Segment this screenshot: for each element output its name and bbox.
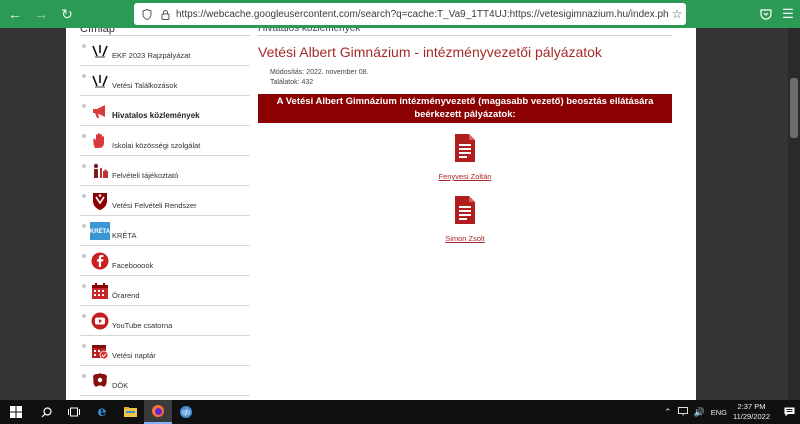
timetable-icon xyxy=(90,281,110,301)
sidebar-item[interactable]: Vetési naptár xyxy=(80,336,250,366)
sidebar-item[interactable]: Iskolai közösségi szolgálat xyxy=(80,126,250,156)
bullet-icon xyxy=(82,164,86,168)
hand-icon xyxy=(90,131,110,151)
menu-icon[interactable]: ☰ xyxy=(778,4,798,24)
sidebar-item[interactable]: Órarend xyxy=(80,276,250,306)
sidebar-item-label: EKF 2023 Rajzpályázat xyxy=(112,51,191,60)
bullet-icon xyxy=(82,134,86,138)
back-icon[interactable]: ← xyxy=(4,3,26,25)
sidebar-item-label: Vetési Találkozások xyxy=(112,81,178,90)
dok-logo-icon xyxy=(90,371,110,391)
search-icon[interactable] xyxy=(32,400,60,424)
system-tray: ⌃ 🔊 ENG 2:37 PM 11/29/2022 xyxy=(664,400,800,424)
ekf-logo-icon xyxy=(90,41,110,61)
document-entry: Fenyvesi Zoltán xyxy=(258,133,672,181)
sidebar-item-label: YouTube csatorna xyxy=(112,321,173,330)
sidebar-item-label: Facebooook xyxy=(112,261,154,270)
document-entry: Simon Zsolt xyxy=(258,195,672,243)
start-icon[interactable] xyxy=(0,400,32,424)
url-text: https://webcache.googleusercontent.com/s… xyxy=(176,8,668,20)
sidebar-menu: Címlap EKF 2023 Rajzpályázat Vetési Talál… xyxy=(80,28,250,396)
bullet-icon xyxy=(82,344,86,348)
qbittorrent-icon[interactable]: qb xyxy=(172,400,200,424)
sidebar-item-label: KRÉTA xyxy=(112,231,137,240)
firefox-icon[interactable] xyxy=(144,400,172,424)
lock-icon[interactable] xyxy=(158,7,172,21)
sidebar-item[interactable]: Vetési Felvételi Rendszer xyxy=(80,186,250,216)
document-link[interactable]: Fenyvesi Zoltán xyxy=(258,172,672,181)
pocket-icon[interactable] xyxy=(756,4,776,24)
sidebar-item[interactable]: Hivatalos közlemények xyxy=(80,96,250,126)
svg-text:KRÉTA: KRÉTA xyxy=(90,227,110,235)
shield-icon[interactable] xyxy=(140,7,154,21)
task-view-icon[interactable] xyxy=(60,400,88,424)
facebook-icon xyxy=(90,251,110,271)
sidebar-item-label: Órarend xyxy=(112,291,140,300)
youtube-icon xyxy=(90,311,110,331)
bullet-icon xyxy=(82,224,86,228)
sidebar-item-label: DÖK xyxy=(112,381,129,390)
school-crest-icon xyxy=(90,191,110,211)
main-content: Hivatalos közlemények Vetési Albert Gimn… xyxy=(258,28,672,243)
sidebar-item-label: Hivatalos közlemények xyxy=(112,111,200,120)
volume-icon[interactable]: 🔊 xyxy=(694,407,705,418)
announcement-banner: A Vetési Albert Gimnázium intézményvezet… xyxy=(258,94,672,123)
file-explorer-icon[interactable] xyxy=(116,400,144,424)
sidebar-item[interactable]: Facebooook xyxy=(80,246,250,276)
calendar-icon xyxy=(90,341,110,361)
bullet-icon xyxy=(82,44,86,48)
hit-count: Találatok: 432 xyxy=(270,79,314,86)
kreta-logo-icon: KRÉTA xyxy=(90,221,110,241)
document-icon[interactable] xyxy=(453,133,477,163)
sidebar-item[interactable]: Vetési Találkozások xyxy=(80,66,250,96)
address-bar[interactable]: https://webcache.googleusercontent.com/s… xyxy=(134,3,686,25)
language-indicator[interactable]: ENG xyxy=(711,408,727,417)
bullet-icon xyxy=(82,74,86,78)
svg-text:qb: qb xyxy=(182,410,190,417)
ekf-logo-icon xyxy=(90,71,110,91)
bookmark-star-icon[interactable]: ☆ xyxy=(668,7,686,21)
sidebar-item-label: Felvételi tájékoztató xyxy=(112,171,179,180)
scrollbar-thumb[interactable] xyxy=(790,78,798,138)
people-icon xyxy=(90,161,110,181)
sidebar-item-label: Iskolai közösségi szolgálat xyxy=(112,141,201,150)
sidebar-item[interactable]: KRÉTA KRÉTA xyxy=(80,216,250,246)
edge-icon[interactable]: e xyxy=(88,400,116,424)
bullet-icon xyxy=(82,194,86,198)
article-title[interactable]: Vetési Albert Gimnázium - intézményvezet… xyxy=(258,44,672,60)
bullet-icon xyxy=(82,284,86,288)
reload-icon[interactable]: ↻ xyxy=(56,3,78,25)
bullet-icon xyxy=(82,254,86,258)
document-icon[interactable] xyxy=(453,195,477,225)
sidebar-title[interactable]: Címlap xyxy=(80,28,250,36)
sidebar-item[interactable]: Felvételi tájékoztató xyxy=(80,156,250,186)
notification-icon[interactable] xyxy=(778,400,800,424)
bullet-icon xyxy=(82,314,86,318)
scrollbar[interactable] xyxy=(788,28,800,400)
article-meta: Módosítás: 2022. november 08. Találatok:… xyxy=(270,68,672,88)
web-page: Címlap EKF 2023 Rajzpályázat Vetési Talál… xyxy=(0,28,800,400)
bullet-icon xyxy=(82,374,86,378)
clock-date: 11/29/2022 xyxy=(733,412,770,421)
chevron-up-icon[interactable]: ⌃ xyxy=(664,407,672,418)
document-link[interactable]: Simon Zsolt xyxy=(258,234,672,243)
section-title: Hivatalos közlemények xyxy=(258,28,672,36)
clock[interactable]: 2:37 PM 11/29/2022 xyxy=(733,402,770,422)
sidebar-item[interactable]: DÖK xyxy=(80,366,250,396)
modified-date: Módosítás: 2022. november 08. xyxy=(270,69,369,76)
windows-taskbar: e qb ⌃ 🔊 ENG 2:37 PM 11/29/2022 xyxy=(0,400,800,424)
sidebar-item[interactable]: EKF 2023 Rajzpályázat xyxy=(80,36,250,66)
sidebar-item-label: Vetési Felvételi Rendszer xyxy=(112,201,197,210)
forward-icon[interactable]: → xyxy=(30,3,52,25)
megaphone-icon xyxy=(90,101,110,121)
sidebar-item[interactable]: YouTube csatorna xyxy=(80,306,250,336)
network-icon[interactable] xyxy=(677,406,688,418)
page-content: Címlap EKF 2023 Rajzpályázat Vetési Talál… xyxy=(66,28,696,400)
clock-time: 2:37 PM xyxy=(737,402,766,411)
sidebar-item-label: Vetési naptár xyxy=(112,351,156,360)
bullet-icon xyxy=(82,104,86,108)
browser-toolbar: ← → ↻ https://webcache.googleusercontent… xyxy=(0,0,800,28)
